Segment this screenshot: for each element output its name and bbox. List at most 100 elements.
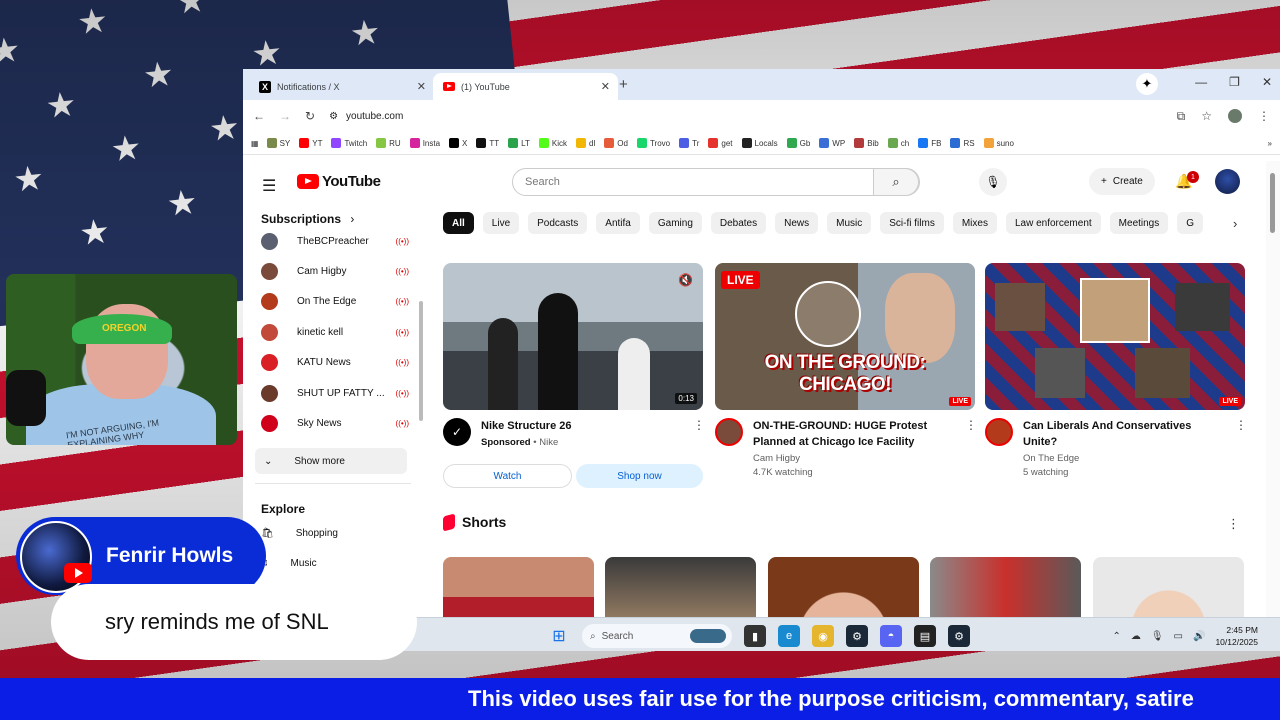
more-options-icon[interactable]: ⋮ [693, 418, 705, 448]
filter-chip[interactable]: Music [827, 212, 872, 234]
video-title[interactable]: Nike Structure 26 [481, 418, 683, 434]
video-card[interactable]: LIVE Can Liberals And Conservatives Unit… [985, 263, 1247, 478]
filter-chip[interactable]: Mixes [952, 212, 997, 234]
speaker-icon[interactable]: 🔊 [1193, 631, 1205, 642]
filter-chip[interactable]: Podcasts [528, 212, 588, 234]
clock[interactable]: 2:45 PM 10/12/2025 [1215, 624, 1258, 648]
video-card-ad[interactable]: 🔇 0:13 ✓ Nike Structure 26 Sponsored • N… [443, 263, 705, 488]
chrome-icon[interactable]: ◉ [812, 625, 834, 647]
sidebar-item-shopping[interactable]: 🛍 Shopping [261, 528, 338, 539]
video-thumbnail[interactable]: LIVE [985, 263, 1245, 410]
filter-chip[interactable]: News [775, 212, 819, 234]
search-input[interactable]: Search ⌕ [512, 168, 920, 196]
bookmark-item[interactable]: LT [508, 138, 530, 148]
bookmark-item[interactable]: Od [604, 138, 628, 148]
forward-icon[interactable]: → [279, 109, 291, 123]
bookmark-item[interactable]: WP [819, 138, 845, 148]
cast-icon[interactable]: ⧉ [1177, 109, 1186, 124]
close-window-button[interactable]: ✕ [1262, 75, 1272, 89]
voice-search-button[interactable]: 🎙 [979, 168, 1007, 196]
video-title[interactable]: ON-THE-GROUND: HUGE Protest Planned at C… [753, 418, 955, 450]
steam-icon[interactable]: ⚙ [948, 625, 970, 647]
filter-chip[interactable]: Debates [710, 212, 767, 234]
bookmark-item[interactable]: Locals [741, 138, 778, 148]
steam-icon[interactable]: ⚙ [846, 625, 868, 647]
bookmark-item[interactable]: Tr [679, 138, 699, 148]
sidebar-subscription-item[interactable]: Cam Higby ((•)) [261, 258, 409, 284]
channel-avatar[interactable] [985, 418, 1013, 446]
mute-icon[interactable]: 🔇 [678, 273, 693, 287]
video-thumbnail[interactable]: LIVE ON THE GROUND: CHICAGO! LIVE [715, 263, 975, 410]
hamburger-menu-icon[interactable]: ☰ [262, 176, 276, 196]
main-scrollbar[interactable] [1266, 161, 1280, 651]
close-icon[interactable]: ✕ [601, 80, 610, 93]
watch-button[interactable]: Watch [443, 464, 572, 488]
bookmark-item[interactable]: X [449, 138, 467, 148]
bookmark-item[interactable]: RU [376, 138, 401, 148]
subscriptions-title[interactable]: Subscriptions › [261, 212, 354, 226]
edge-icon[interactable]: e [778, 625, 800, 647]
bookmark-item[interactable]: Gb [786, 138, 810, 148]
sidebar-subscription-item[interactable]: SHUT UP FATTY ... ((•)) [261, 380, 409, 406]
filter-chip[interactable]: Gaming [648, 212, 702, 234]
video-title[interactable]: Can Liberals And Conservatives Unite? [1023, 418, 1225, 450]
channel-name[interactable]: Cam Higby [753, 453, 955, 464]
display-icon[interactable]: ▭ [1174, 631, 1183, 642]
bookmark-item[interactable]: SY [266, 138, 290, 148]
bookmark-item[interactable]: FB [918, 138, 941, 148]
filter-chip[interactable]: Meetings [1109, 212, 1169, 234]
more-options-icon[interactable]: ⋮ [965, 418, 977, 478]
minimize-button[interactable]: — [1195, 75, 1207, 89]
gemini-icon[interactable]: ✦ [1136, 73, 1158, 95]
sidebar-subscription-item[interactable]: kinetic kell ((•)) [261, 319, 409, 345]
sidebar-subscription-item[interactable]: Sky News ((•)) [261, 410, 409, 436]
filter-chip[interactable]: Sci-fi films [880, 212, 944, 234]
discord-icon[interactable]: ◓ [880, 625, 902, 647]
cloud-icon[interactable]: ☁ [1131, 631, 1141, 642]
more-bookmarks-icon[interactable]: » [1268, 139, 1272, 148]
address-bar[interactable]: ⚙ youtube.com [329, 111, 403, 122]
bookmark-item[interactable]: Trovo [636, 138, 670, 148]
bookmark-item[interactable]: get [708, 138, 733, 148]
menu-icon[interactable]: ⋮ [1258, 109, 1270, 123]
video-card[interactable]: LIVE ON THE GROUND: CHICAGO! LIVE ON-THE… [715, 263, 977, 478]
file-explorer-icon[interactable]: ▮ [744, 625, 766, 647]
nike-logo-icon[interactable]: ✓ [443, 418, 471, 446]
bookmark-item[interactable]: ch [887, 138, 909, 148]
bookmark-item[interactable]: dl [576, 138, 595, 148]
apps-icon[interactable]: ▦ [251, 139, 259, 148]
microphone-icon[interactable]: 🎙 [1151, 631, 1164, 642]
bookmark-item[interactable]: TT [476, 138, 499, 148]
tab-notifications-x[interactable]: X Notifications / X ✕ [249, 73, 434, 100]
filter-chip[interactable]: G [1177, 212, 1204, 234]
channel-name[interactable]: On The Edge [1023, 453, 1225, 464]
filter-chip[interactable]: Live [482, 212, 520, 234]
windows-start-icon[interactable]: ⊞ [548, 625, 570, 647]
bookmark-item[interactable]: RS [950, 138, 975, 148]
app-icon[interactable]: ▤ [914, 625, 936, 647]
filter-chip[interactable]: All [443, 212, 474, 234]
chevron-right-icon[interactable]: › [1233, 216, 1237, 231]
account-avatar[interactable] [1215, 169, 1240, 194]
sidebar-subscription-item[interactable]: KATU News ((•)) [261, 350, 409, 376]
bookmark-item[interactable]: Kick [538, 138, 567, 148]
site-info-icon[interactable]: ⚙ [329, 111, 338, 122]
video-thumbnail[interactable]: 🔇 0:13 [443, 263, 703, 410]
sidebar-subscription-item[interactable]: TheBCPreacher ((•)) [261, 228, 409, 254]
maximize-button[interactable]: ❐ [1229, 75, 1240, 89]
bookmark-item[interactable]: Twitch [331, 138, 367, 148]
profile-avatar[interactable] [1228, 109, 1242, 123]
shop-now-button[interactable]: Shop now [576, 464, 703, 488]
filter-chip[interactable]: Law enforcement [1005, 212, 1101, 234]
new-tab-button[interactable]: + [619, 76, 628, 93]
bookmark-item[interactable]: YT [299, 138, 322, 148]
sidebar-item-music[interactable]: ♫ Music [261, 558, 317, 569]
more-options-icon[interactable]: ⋮ [1235, 418, 1247, 478]
bookmark-item[interactable]: Bib [854, 138, 879, 148]
bookmark-item[interactable]: Insta [409, 138, 440, 148]
search-button[interactable]: ⌕ [873, 168, 919, 196]
show-more-button[interactable]: ⌄ Show more [255, 448, 407, 474]
back-icon[interactable]: ← [253, 109, 265, 123]
sidebar-subscription-item[interactable]: On The Edge ((•)) [261, 289, 409, 315]
create-button[interactable]: + Create [1089, 168, 1155, 195]
